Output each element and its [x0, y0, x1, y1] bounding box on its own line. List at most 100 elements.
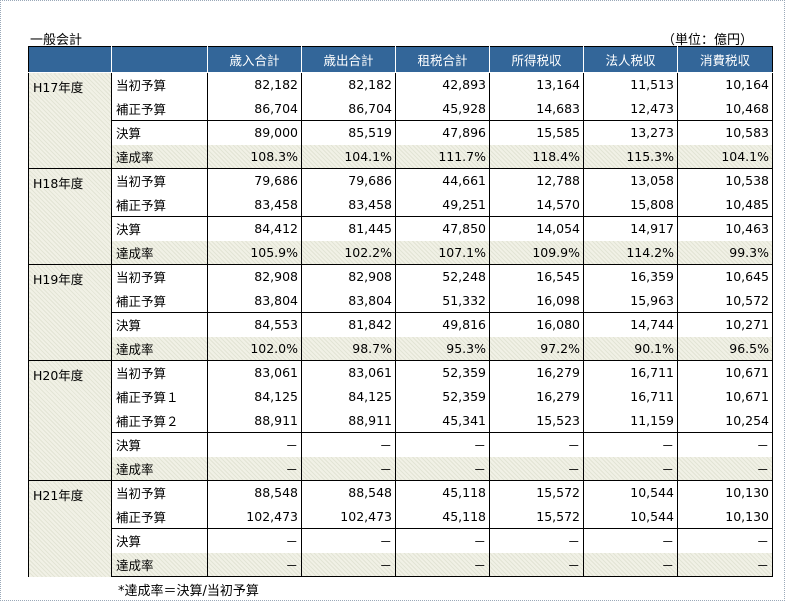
- table-row: H20年度 当初予算 83,061 83,061 52,359 16,279 16,711 1…: [28, 360, 773, 481]
- value-cell: 83,061: [301, 360, 396, 385]
- value-cell: －: [395, 456, 490, 481]
- value-cell: 82,908: [301, 264, 396, 289]
- value-cell: 52,248: [395, 264, 490, 289]
- row-label: 補正予算２: [111, 408, 208, 433]
- value-cell: －: [677, 432, 773, 457]
- value-cell: －: [301, 456, 396, 481]
- table-row: 補正予算１ 84,125 84,125 52,359 16,279 16,711 10,67…: [29, 384, 773, 409]
- table-row: 決算－－－－－－: [29, 528, 773, 553]
- value-cell: －: [489, 432, 584, 457]
- value-cell: 114.2%: [583, 240, 678, 265]
- value-cell: 105.9%: [207, 240, 302, 265]
- header-corner: [28, 46, 112, 73]
- table-row: 補正予算 102,473 102,473 45,118 15,572 10,544 10,1…: [29, 504, 773, 529]
- value-cell: 81,445: [301, 216, 396, 241]
- row-label: 達成率: [111, 240, 208, 265]
- value-cell: －: [583, 528, 678, 553]
- table-row: 達成率－－－－－－: [29, 552, 773, 577]
- value-cell: 49,816: [395, 312, 490, 337]
- value-cell: 10,463: [677, 216, 773, 241]
- value-cell: 10,130: [677, 504, 773, 529]
- table-row: 達成率 102.0% 98.7% 95.3% 97.2% 90.1% 96.5%: [29, 336, 773, 361]
- value-cell: －: [677, 456, 773, 481]
- value-cell: －: [301, 552, 396, 577]
- value-cell: 82,182: [301, 72, 396, 97]
- value-cell: 88,548: [301, 480, 396, 505]
- value-cell: 118.4%: [489, 144, 584, 169]
- value-cell: 115.3%: [583, 144, 678, 169]
- table-row: H19年度 当初予算 82,908 82,908 52,248 16,545 16,359 1…: [28, 264, 773, 361]
- value-cell: －: [301, 528, 396, 553]
- footnote: *達成率＝決算/当初予算: [118, 584, 259, 599]
- value-cell: 108.3%: [207, 144, 302, 169]
- value-cell: 16,080: [489, 312, 584, 337]
- row-label: 決算: [111, 216, 208, 241]
- value-cell: 10,544: [583, 504, 678, 529]
- value-cell: －: [489, 528, 584, 553]
- header-tax-total: 租税合計: [395, 46, 490, 73]
- value-cell: 104.1%: [301, 144, 396, 169]
- value-cell: 84,553: [207, 312, 302, 337]
- header-corporate-tax: 法人税収: [583, 46, 678, 73]
- value-cell: 52,359: [395, 360, 490, 385]
- row-label: 補正予算１: [111, 384, 208, 409]
- table-row: 達成率 105.9% 102.2% 107.1% 109.9% 114.2% 99.3%: [29, 240, 773, 265]
- header-income-tax: 所得税収: [489, 46, 584, 73]
- table-row: 決算－－－－－－: [29, 432, 773, 457]
- value-cell: 15,585: [489, 120, 584, 145]
- value-cell: 109.9%: [489, 240, 584, 265]
- value-cell: 84,125: [301, 384, 396, 409]
- row-label: 当初予算: [111, 360, 208, 385]
- value-cell: 102.2%: [301, 240, 396, 265]
- value-cell: 10,271: [677, 312, 773, 337]
- value-cell: 82,908: [207, 264, 302, 289]
- value-cell: －: [489, 552, 584, 577]
- value-cell: 13,164: [489, 72, 584, 97]
- value-cell: 16,545: [489, 264, 584, 289]
- value-cell: 16,098: [489, 288, 584, 313]
- value-cell: 45,118: [395, 480, 490, 505]
- value-cell: 104.1%: [677, 144, 773, 169]
- row-label: 達成率: [111, 336, 208, 361]
- header-corner-label: [111, 46, 208, 73]
- value-cell: 10,254: [677, 408, 773, 433]
- fiscal-year-cell: H21年度: [28, 480, 112, 577]
- value-cell: 51,332: [395, 288, 490, 313]
- value-cell: －: [301, 432, 396, 457]
- value-cell: 16,279: [489, 384, 584, 409]
- value-cell: －: [489, 456, 584, 481]
- value-cell: 88,911: [207, 408, 302, 433]
- value-cell: 81,842: [301, 312, 396, 337]
- value-cell: 11,513: [583, 72, 678, 97]
- value-cell: 79,686: [207, 168, 302, 193]
- value-cell: 10,583: [677, 120, 773, 145]
- value-cell: 10,544: [583, 480, 678, 505]
- value-cell: －: [207, 432, 302, 457]
- value-cell: 86,704: [301, 96, 396, 121]
- value-cell: 85,519: [301, 120, 396, 145]
- value-cell: 16,279: [489, 360, 584, 385]
- value-cell: 99.3%: [677, 240, 773, 265]
- table-row: 達成率 108.3% 104.1% 111.7% 118.4% 115.3% 104.1%: [29, 144, 773, 169]
- value-cell: 11,159: [583, 408, 678, 433]
- value-cell: 14,570: [489, 192, 584, 217]
- value-cell: －: [207, 528, 302, 553]
- row-label: 当初予算: [111, 72, 208, 97]
- value-cell: 102,473: [207, 504, 302, 529]
- value-cell: －: [583, 456, 678, 481]
- row-label: 達成率: [111, 456, 208, 481]
- table-row: H17年度 当初予算 82,182 82,182 42,893 13,164 11,513 1…: [28, 72, 773, 169]
- value-cell: 89,000: [207, 120, 302, 145]
- value-cell: －: [207, 552, 302, 577]
- value-cell: 83,458: [301, 192, 396, 217]
- value-cell: －: [395, 432, 490, 457]
- value-cell: 88,548: [207, 480, 302, 505]
- value-cell: 14,744: [583, 312, 678, 337]
- value-cell: 102.0%: [207, 336, 302, 361]
- value-cell: 97.2%: [489, 336, 584, 361]
- row-label: 当初予算: [111, 168, 208, 193]
- value-cell: 15,808: [583, 192, 678, 217]
- table-row: H18年度 当初予算 79,686 79,686 44,661 12,788 13,058 1…: [28, 168, 773, 265]
- header-consumption-tax: 消費税収: [677, 46, 773, 73]
- value-cell: 47,850: [395, 216, 490, 241]
